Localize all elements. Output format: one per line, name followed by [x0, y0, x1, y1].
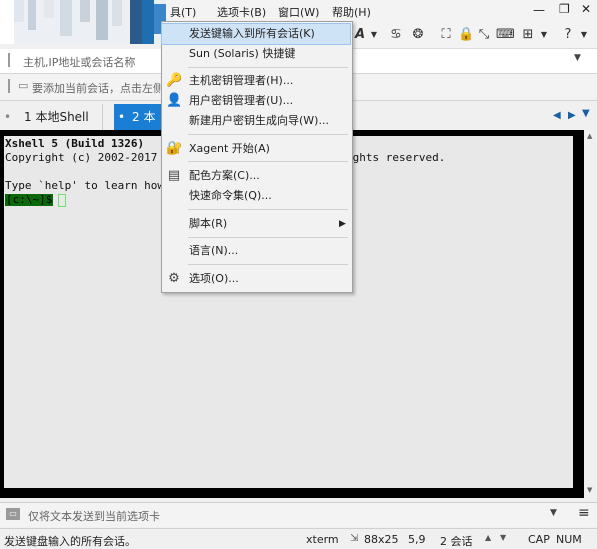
menu-tabs[interactable]: 选项卡(B): [217, 4, 266, 20]
terminal-scrollbar[interactable]: ▲ ▼: [584, 130, 597, 498]
tab-indicator-icon: •: [118, 110, 126, 124]
compose-icon: ▭: [6, 508, 20, 520]
session-count: 2 会话: [440, 535, 473, 548]
scroll-down-icon[interactable]: ▼: [587, 486, 592, 494]
menu-item-color-scheme[interactable]: ▤ 配色方案(C)...: [162, 166, 350, 186]
menu-item-label: 配色方案(C)...: [189, 169, 260, 182]
terminal-line: Copyright (c) 2002-2017 N: [5, 151, 171, 164]
menu-window[interactable]: 窗口(W): [278, 4, 319, 20]
window-controls: — ❐ ✕: [525, 2, 597, 20]
menu-item-send-to-all[interactable]: 发送键输入到所有会话(K): [161, 23, 351, 45]
menu-item-label: 用户密钥管理者(U)...: [189, 94, 294, 107]
host-key-icon: 🔑: [166, 73, 183, 88]
num-lock-indicator: NUM: [556, 533, 582, 546]
resize-icon[interactable]: ⤡: [476, 27, 492, 43]
menu-separator: [188, 264, 348, 265]
terminal-line: Type `help' to learn how: [5, 179, 164, 192]
help-icon[interactable]: ?: [560, 27, 576, 43]
tab-menu-icon[interactable]: ▼: [582, 108, 590, 119]
xagent-icon: 🔐: [166, 141, 183, 156]
menu-separator: [188, 161, 348, 162]
session-hint-text: 要添加当前会话，点击左侧: [32, 82, 164, 95]
menu-item-new-key-wizard[interactable]: 新建用户密钥生成向导(W)...: [162, 111, 350, 131]
menu-item-quick-commands[interactable]: 快速命令集(Q)...: [162, 186, 350, 206]
menu-item-sun-keys[interactable]: Sun (Solaris) 快捷键: [162, 44, 350, 64]
menu-item-options[interactable]: ⚙ 选项(O)...: [162, 269, 350, 289]
chevron-down-icon[interactable]: ▼: [574, 53, 581, 63]
status-text: 发送键盘输入的所有会话。: [4, 535, 136, 548]
color-scheme-icon: ▤: [167, 168, 181, 183]
menu-item-label: 发送键输入到所有会话(K): [189, 27, 315, 40]
hamburger-icon[interactable]: ≡: [578, 505, 590, 521]
menu-item-host-key-manager[interactable]: 🔑 主机密钥管理者(H)...: [162, 71, 350, 91]
bookmark-icon: ▭: [18, 79, 29, 92]
cursor-position: 5,9: [408, 533, 426, 546]
terminal-size: 88x25: [364, 533, 399, 546]
address-input[interactable]: 主机,IP地址或会话名称: [23, 54, 135, 70]
restore-icon[interactable]: ❐: [559, 2, 570, 16]
menu-separator: [188, 209, 348, 210]
menu-item-xagent-start[interactable]: 🔐 Xagent 开始(A): [162, 139, 350, 159]
menu-item-label: 主机密钥管理者(H)...: [189, 74, 294, 87]
chevron-down-icon[interactable]: ▼: [576, 27, 592, 43]
terminal-cursor: [58, 194, 66, 207]
close-icon[interactable]: ✕: [581, 2, 591, 16]
tab-nav-left-icon[interactable]: ◀: [553, 110, 561, 121]
menu-item-label: 选项(O)...: [189, 272, 239, 285]
tab-nav-right-icon[interactable]: ▶: [568, 110, 576, 121]
terminal-line: Xshell 5 (Build 1326): [5, 137, 145, 150]
minimize-icon[interactable]: —: [533, 3, 545, 17]
terminal-prompt: [c:\~]$: [5, 193, 54, 206]
scroll-up-icon[interactable]: ▲: [587, 132, 592, 140]
tab-local-shell-1[interactable]: • 1 本地Shell: [2, 104, 103, 130]
lock-icon[interactable]: 🔒: [458, 27, 474, 43]
menu-separator: [188, 237, 348, 238]
menu-help[interactable]: 帮助(H): [332, 4, 371, 20]
menu-item-script[interactable]: 脚本(R) ▶: [162, 214, 350, 234]
address-marker-icon: [8, 53, 22, 67]
menu-separator: [188, 67, 348, 68]
chevron-down-icon[interactable]: ▼: [536, 27, 552, 43]
tab-indicator-icon: •: [4, 110, 12, 124]
menu-item-label: Xagent 开始(A): [189, 142, 270, 155]
compose-bar: ▭ 仅将文本发送到当前选项卡 ▼ ≡: [0, 502, 597, 527]
arrow-down-icon: ▼: [500, 533, 507, 542]
compose-input[interactable]: 仅将文本发送到当前选项卡: [28, 508, 160, 524]
fullscreen-icon[interactable]: ⛶: [438, 27, 454, 43]
menu-item-label: 快速命令集(Q)...: [189, 189, 272, 202]
menu-tools[interactable]: 具(T): [170, 4, 196, 20]
arrow-up-icon: ▲: [485, 533, 492, 542]
keyboard-icon[interactable]: ⌨: [496, 27, 515, 43]
terminal-line: ights reserved.: [346, 151, 446, 164]
chevron-down-icon[interactable]: ▼: [550, 508, 557, 518]
tools-dropdown-menu: 发送键输入到所有会话(K) Sun (Solaris) 快捷键 🔑 主机密钥管理…: [161, 21, 353, 293]
menu-item-user-key-manager[interactable]: 👤 用户密钥管理者(U)...: [162, 91, 350, 111]
xmanager-icon[interactable]: ❂: [410, 27, 426, 43]
user-key-icon: 👤: [166, 93, 183, 108]
menu-item-label: 语言(N)...: [189, 244, 239, 257]
new-tab-icon[interactable]: ⊞: [520, 27, 536, 43]
menu-item-label: 新建用户密钥生成向导(W)...: [189, 114, 329, 127]
caps-lock-indicator: CAP: [528, 533, 550, 546]
menu-item-label: Sun (Solaris) 快捷键: [189, 47, 296, 60]
tab-label: 1 本地Shell: [24, 110, 89, 124]
menu-item-label: 脚本(R): [189, 217, 228, 230]
gear-icon: ⚙: [168, 271, 180, 286]
xftp-icon[interactable]: ♋: [388, 27, 404, 43]
menu-separator: [188, 134, 348, 135]
size-icon: ⇲: [350, 533, 359, 544]
submenu-arrow-icon: ▶: [339, 219, 346, 229]
chevron-down-icon[interactable]: ▼: [366, 27, 382, 43]
tab-local-2[interactable]: • 2 本地: [114, 104, 164, 150]
status-bar: 发送键盘输入的所有会话。 xterm ⇲ 88x25 5,9 2 会话 ▲ ▼ …: [0, 528, 597, 549]
menu-item-language[interactable]: 语言(N)...: [162, 241, 350, 261]
terminal-type: xterm: [306, 533, 339, 546]
